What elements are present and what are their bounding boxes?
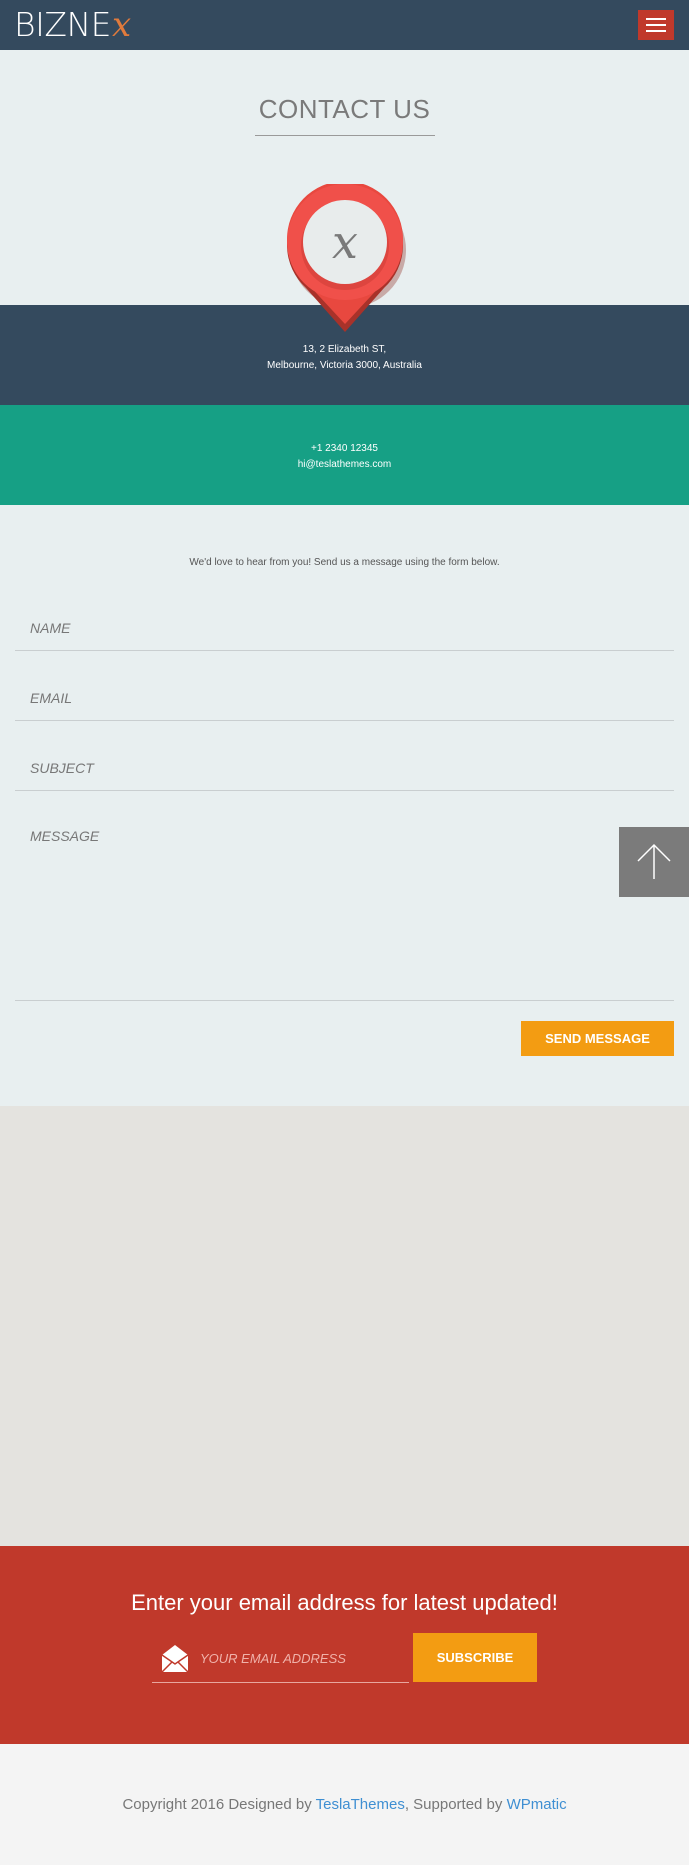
- copyright-prefix: Copyright 2016 Designed by: [122, 1796, 316, 1813]
- subscribe-title: Enter your email address for latest upda…: [131, 1590, 558, 1615]
- map-area[interactable]: [0, 1106, 689, 1546]
- arrow-up-icon: [637, 843, 671, 879]
- address-line-2: Melbourne, Victoria 3000, Australia: [267, 360, 422, 371]
- email-field[interactable]: [15, 676, 674, 721]
- logo-accent: x: [111, 5, 132, 45]
- hamburger-menu-button[interactable]: [638, 10, 674, 40]
- address-block: 13, 2 Elizabeth ST, Melbourne, Victoria …: [0, 342, 689, 374]
- subject-field[interactable]: [15, 746, 674, 791]
- form-intro: We'd love to hear from you! Send us a me…: [189, 557, 500, 568]
- back-to-top-button[interactable]: [619, 827, 689, 897]
- address-line-1: 13, 2 Elizabeth ST,: [302, 344, 387, 355]
- svg-text:x: x: [332, 215, 358, 269]
- copyright-text: Copyright 2016 Designed by TeslaThemes, …: [0, 1796, 689, 1813]
- contact-email[interactable]: hi@teslathemes.com: [0, 457, 689, 473]
- hamburger-icon: [646, 18, 666, 20]
- message-field[interactable]: [15, 816, 674, 1001]
- site-logo[interactable]: BIZNE x: [14, 5, 132, 45]
- logo-text: BIZNE: [14, 5, 111, 44]
- copyright-middle: , Supported by: [404, 1796, 507, 1813]
- subscribe-email-wrapper: [152, 1633, 409, 1683]
- phone-email-block: +1 2340 12345 hi@teslathemes.com: [0, 441, 689, 473]
- subscribe-button[interactable]: SUBSCRIBE: [413, 1633, 537, 1682]
- phone-number[interactable]: +1 2340 12345: [0, 441, 689, 457]
- name-field[interactable]: [15, 606, 674, 651]
- teslathemes-link[interactable]: TeslaThemes: [316, 1796, 405, 1813]
- envelope-icon: [161, 1645, 189, 1673]
- send-message-button[interactable]: SEND MESSAGE: [521, 1021, 674, 1056]
- site-header: BIZNE x: [0, 0, 689, 50]
- map-pin-icon: x: [287, 184, 406, 332]
- subscribe-email-input[interactable]: [200, 1633, 405, 1683]
- wpmatic-link[interactable]: WPmatic: [507, 1796, 567, 1813]
- page-title: CONTACT US: [258, 94, 431, 124]
- title-underline: [255, 135, 435, 136]
